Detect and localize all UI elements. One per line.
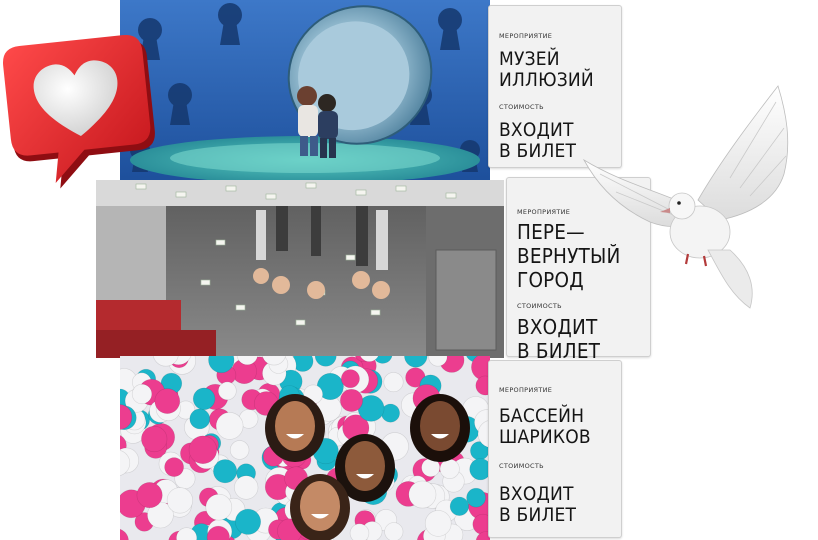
- white-dove-icon: [580, 82, 816, 312]
- ball-pool-info-panel: Мероприятие БАССЕЙН ШАРИКОВ Стоимость ВХ…: [488, 360, 622, 538]
- price-label: Стоимость: [499, 462, 544, 470]
- museum-of-illusions-photo: [120, 0, 490, 183]
- price-value: ВХОДИТ В БИЛЕТ: [499, 483, 577, 526]
- ball-pool-photo: [120, 356, 490, 540]
- event-label: Мероприятие: [499, 32, 553, 40]
- upside-down-city-photo: [96, 180, 504, 358]
- price-value: ВХОДИТ В БИЛЕТ: [517, 315, 601, 363]
- heart-like-icon: [0, 32, 160, 192]
- event-title: БАССЕЙН ШАРИКОВ: [499, 405, 591, 448]
- event-label: Мероприятие: [499, 386, 553, 394]
